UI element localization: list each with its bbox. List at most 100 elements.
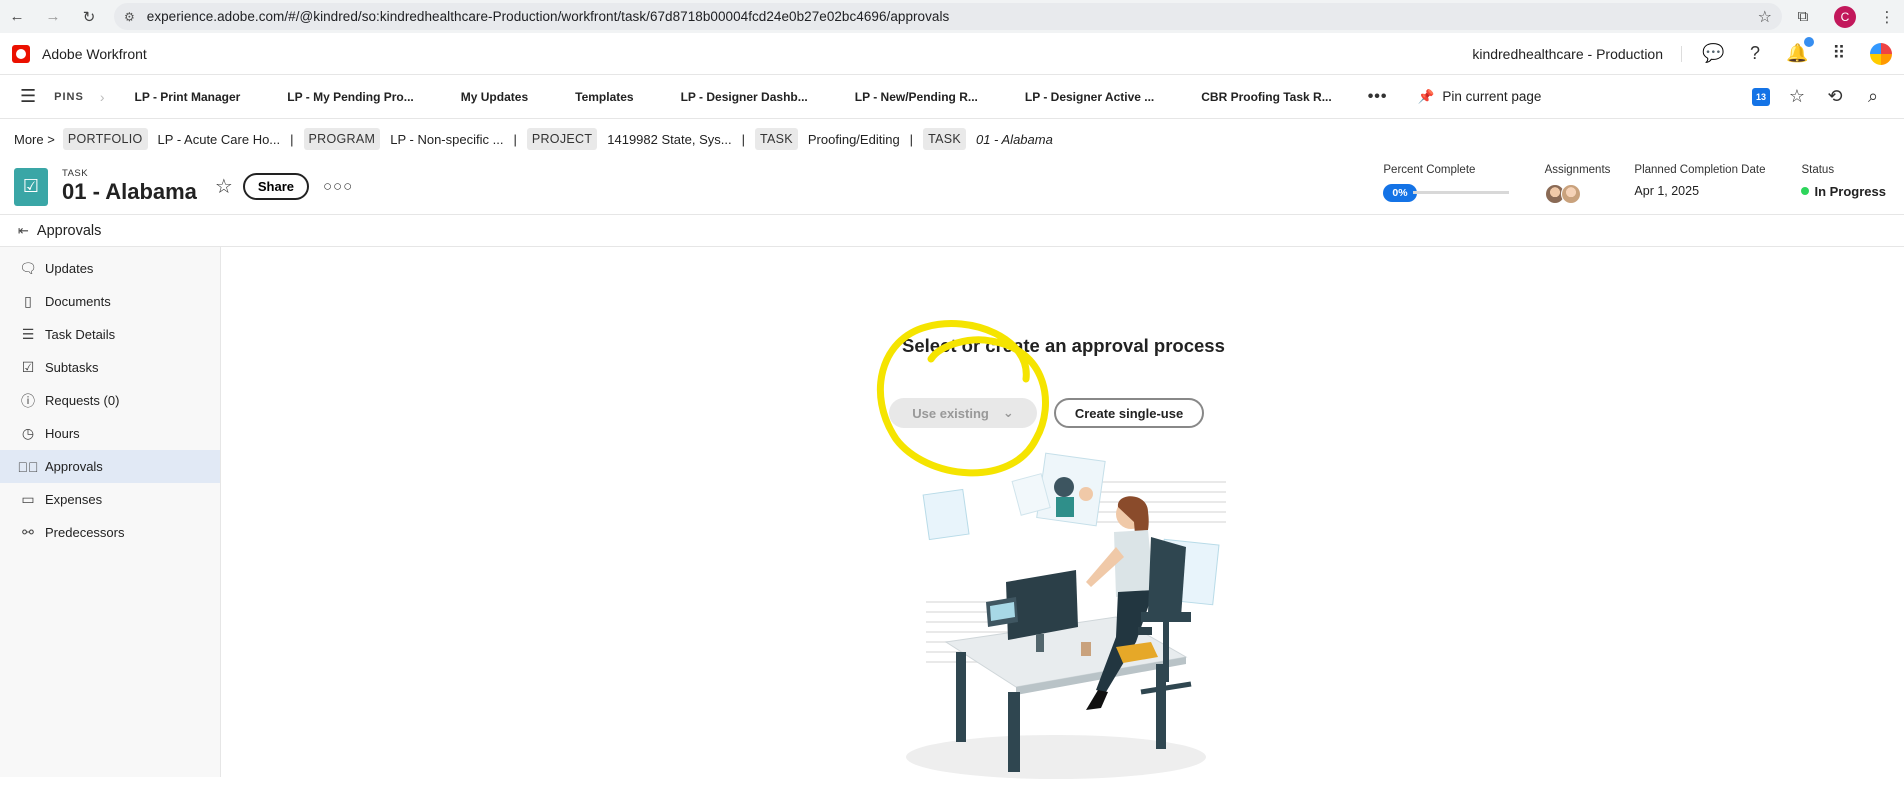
assignee-avatars[interactable] bbox=[1544, 183, 1611, 204]
notifications-icon[interactable]: 🔔 bbox=[1786, 37, 1814, 64]
collapse-panel-icon[interactable]: ⇤ bbox=[18, 223, 29, 239]
nav-item-requests[interactable]: ⓘ Requests (0) bbox=[0, 384, 220, 417]
pins-bar: ☰ PINS › LP - Print Manager LP - My Pend… bbox=[0, 75, 1904, 119]
url-text: experience.adobe.com/#/@kindred/so:kindr… bbox=[146, 9, 950, 24]
main-menu-icon[interactable]: ☰ bbox=[20, 86, 36, 107]
breadcrumb-more[interactable]: More > bbox=[14, 132, 55, 147]
assignments-label: Assignments bbox=[1544, 163, 1611, 176]
breadcrumb-program[interactable]: LP - Non-specific ... bbox=[390, 132, 503, 147]
notification-dot bbox=[1804, 37, 1814, 47]
breadcrumb: More > PORTFOLIO LP - Acute Care Ho... |… bbox=[0, 119, 1904, 159]
forward-icon[interactable]: → bbox=[42, 6, 64, 28]
planned-completion-value[interactable]: Apr 1, 2025 bbox=[1634, 184, 1765, 198]
feedback-icon[interactable]: 💬 bbox=[1702, 43, 1724, 64]
pin-item[interactable]: LP - My Pending Pro... bbox=[287, 90, 413, 104]
favorite-star-icon[interactable]: ☆ bbox=[215, 174, 233, 199]
breadcrumb-project[interactable]: 1419982 State, Sys... bbox=[607, 132, 731, 147]
breadcrumb-tag: PROGRAM bbox=[303, 128, 381, 150]
nav-item-task-details[interactable]: ☰ Task Details bbox=[0, 318, 220, 351]
task-clipboard-icon: ☑ bbox=[14, 167, 48, 206]
pin-item[interactable]: Templates bbox=[575, 90, 633, 104]
page-title[interactable]: 01 - Alabama bbox=[62, 179, 197, 205]
calendar-icon[interactable]: 13 bbox=[1752, 87, 1770, 106]
pin-item[interactable]: LP - New/Pending R... bbox=[855, 90, 978, 104]
section-title: Approvals bbox=[36, 222, 102, 239]
history-icon[interactable]: ⟲ bbox=[1824, 86, 1846, 107]
money-icon: ▭ bbox=[21, 491, 35, 507]
percent-complete-label: Percent Complete bbox=[1383, 163, 1476, 176]
breadcrumb-tag: TASK bbox=[923, 128, 966, 150]
reload-icon[interactable]: ↻ bbox=[78, 6, 100, 28]
nav-item-hours[interactable]: ◷ Hours bbox=[0, 417, 220, 450]
pin-item[interactable]: My Updates bbox=[461, 90, 528, 104]
nav-label: Predecessors bbox=[45, 525, 125, 540]
search-icon[interactable]: ⌕ bbox=[1862, 86, 1884, 107]
breadcrumb-portfolio[interactable]: LP - Acute Care Ho... bbox=[158, 132, 281, 147]
site-settings-icon[interactable]: ⚙ bbox=[124, 10, 135, 24]
environment-name[interactable]: kindredhealthcare - Production bbox=[1472, 45, 1682, 62]
section-header: ⇤ Approvals bbox=[0, 215, 1904, 247]
nav-label: Approvals bbox=[45, 459, 103, 474]
help-icon[interactable]: ? bbox=[1744, 43, 1766, 64]
bookmark-star-icon[interactable]: ☆ bbox=[1758, 7, 1772, 27]
check-circle-icon: ✓⃝ bbox=[17, 458, 39, 475]
breadcrumb-tag: PORTFOLIO bbox=[62, 128, 148, 150]
nav-label: Requests (0) bbox=[45, 393, 120, 408]
app-header: Adobe Workfront kindredhealthcare - Prod… bbox=[0, 33, 1904, 75]
pin-item[interactable]: LP - Designer Active ... bbox=[1025, 90, 1154, 104]
assignee-avatar[interactable] bbox=[1560, 183, 1581, 204]
more-options-icon[interactable]: ○○○ bbox=[323, 178, 353, 195]
nav-item-documents[interactable]: ▯ Documents bbox=[0, 285, 220, 318]
document-icon: ▯ bbox=[24, 293, 32, 309]
use-existing-label: Use existing bbox=[912, 405, 989, 421]
breadcrumb-separator: | bbox=[741, 131, 745, 147]
status-value: In Progress bbox=[1814, 183, 1886, 199]
breadcrumb-current-task: 01 - Alabama bbox=[975, 131, 1053, 147]
back-icon[interactable]: ← bbox=[6, 6, 28, 28]
extensions-icon[interactable]: ⧉ bbox=[1792, 6, 1814, 28]
status-dot bbox=[1801, 187, 1810, 195]
nav-label: Documents bbox=[45, 294, 111, 309]
breadcrumb-parent-task[interactable]: Proofing/Editing bbox=[808, 132, 900, 147]
empty-state-title: Select or create an approval process bbox=[902, 335, 1225, 356]
status-badge[interactable]: In Progress bbox=[1801, 184, 1886, 199]
percent-complete-control[interactable]: 0% bbox=[1383, 183, 1509, 202]
pin-item[interactable]: CBR Proofing Task R... bbox=[1201, 90, 1331, 104]
clock-icon: ◷ bbox=[21, 425, 35, 441]
share-button[interactable]: Share bbox=[242, 173, 309, 200]
nav-item-predecessors[interactable]: ⚯ Predecessors bbox=[0, 516, 220, 549]
nav-item-expenses[interactable]: ▭ Expenses bbox=[0, 483, 220, 516]
address-bar[interactable]: ⚙ experience.adobe.com/#/@kindred/so:kin… bbox=[114, 3, 1782, 30]
breadcrumb-tag: TASK bbox=[754, 128, 798, 150]
create-single-use-button[interactable]: Create single-use bbox=[1054, 398, 1204, 428]
status-label: Status bbox=[1801, 163, 1835, 176]
pins-more-button[interactable]: ••• bbox=[1368, 88, 1388, 106]
chevron-right-icon: › bbox=[99, 88, 105, 105]
pin-item[interactable]: LP - Print Manager bbox=[135, 90, 241, 104]
pin-current-page-button[interactable]: 📌 Pin current page bbox=[1418, 89, 1542, 105]
breadcrumb-separator: | bbox=[290, 131, 294, 147]
nav-item-subtasks[interactable]: ☑ Subtasks bbox=[0, 351, 220, 384]
breadcrumb-tag: PROJECT bbox=[526, 128, 598, 150]
use-existing-dropdown[interactable]: Use existing ⌄ bbox=[889, 398, 1037, 428]
app-name[interactable]: Adobe Workfront bbox=[42, 46, 147, 62]
breadcrumb-separator: | bbox=[909, 131, 914, 147]
progress-track bbox=[1412, 191, 1509, 194]
pin-icon: 📌 bbox=[1417, 88, 1435, 104]
nav-label: Updates bbox=[45, 261, 94, 276]
checklist-icon: ☑ bbox=[21, 359, 35, 375]
favorites-star-icon[interactable]: ☆ bbox=[1786, 86, 1808, 107]
profile-avatar[interactable]: C bbox=[1834, 5, 1856, 28]
nav-label: Subtasks bbox=[45, 360, 99, 375]
nav-item-approvals[interactable]: ✓⃝ Approvals bbox=[0, 450, 220, 483]
adobe-logo-icon[interactable] bbox=[12, 44, 30, 63]
user-avatar[interactable] bbox=[1870, 42, 1892, 65]
nav-label: Hours bbox=[45, 426, 80, 441]
person-at-desk-illustration bbox=[906, 452, 1226, 779]
breadcrumb-separator: | bbox=[513, 131, 517, 147]
browser-menu-icon[interactable]: ⋮ bbox=[1876, 6, 1898, 28]
nav-label: Task Details bbox=[45, 327, 116, 342]
nav-item-updates[interactable]: 🗨 Updates bbox=[0, 252, 220, 285]
pin-item[interactable]: LP - Designer Dashb... bbox=[681, 90, 808, 104]
apps-grid-icon[interactable]: ⠿ bbox=[1828, 43, 1850, 64]
